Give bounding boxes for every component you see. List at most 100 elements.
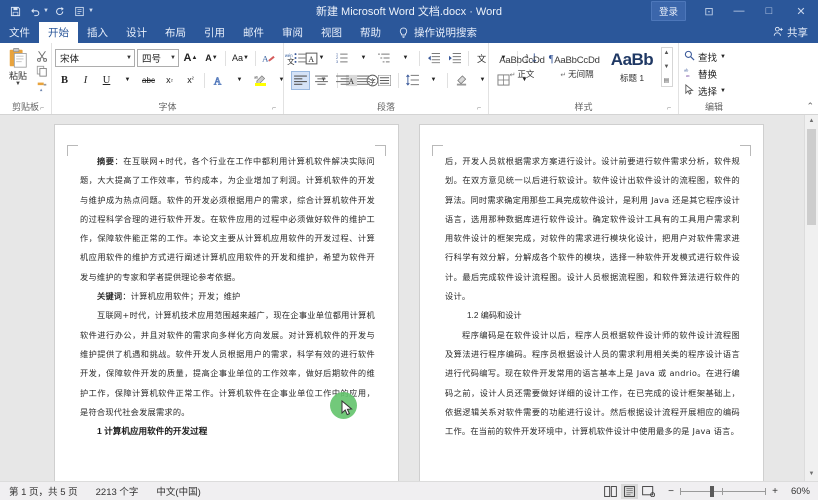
chevron-down-icon[interactable]: ▼ — [122, 55, 132, 61]
scroll-up-icon[interactable]: ▲ — [805, 115, 818, 128]
clipboard-dialog-launcher[interactable]: ⌐ — [38, 105, 46, 113]
font-size-combo[interactable]: 四号 ▼ — [137, 49, 179, 67]
tab-help[interactable]: 帮助 — [351, 22, 390, 43]
italic-button[interactable]: I — [76, 71, 95, 90]
print-preview-icon[interactable] — [71, 2, 89, 20]
style-item-normal[interactable]: AaBbCcDd ↵ 正文 — [495, 47, 550, 87]
select-button[interactable]: 选择 ▼ — [682, 82, 726, 99]
line-spacing-caret-icon[interactable]: ▼ — [424, 71, 443, 90]
text-highlight-color-button[interactable]: ab — [251, 71, 270, 90]
maximize-button[interactable]: □ — [754, 0, 784, 22]
underline-button[interactable]: U — [97, 71, 116, 90]
gallery-more-icon[interactable]: ▤ — [662, 76, 672, 86]
tab-mailings[interactable]: 邮件 — [234, 22, 273, 43]
zoom-control[interactable]: − + 60% — [667, 486, 810, 497]
tell-me-search[interactable]: 操作说明搜索 — [390, 22, 485, 43]
numbering-button[interactable]: 123 — [333, 49, 352, 68]
redo-icon[interactable] — [51, 2, 69, 20]
scrollbar-thumb[interactable] — [807, 129, 816, 225]
zoom-out-button[interactable]: − — [667, 486, 675, 497]
zoom-level[interactable]: 60% — [784, 486, 810, 497]
gallery-scroll-down-icon[interactable]: ▼ — [662, 62, 672, 72]
undo-caret-icon[interactable]: ▼ — [43, 8, 49, 14]
paragraph-dialog-launcher[interactable]: ⌐ — [475, 105, 483, 113]
gallery-scroll-up-icon[interactable]: ▲ — [662, 48, 672, 58]
style-item-heading1[interactable]: AaBb 标题 1 — [605, 47, 660, 87]
tab-home[interactable]: 开始 — [39, 22, 78, 43]
page-indicator[interactable]: 第 1 页，共 5 页 — [0, 484, 87, 498]
increase-indent-button[interactable] — [445, 49, 464, 68]
style-item-no-spacing[interactable]: AaBbCcDd ↵ 无间隔 — [550, 47, 605, 87]
close-button[interactable]: ✕ — [784, 0, 818, 22]
divider — [204, 73, 205, 88]
paste-caret-icon[interactable]: ▼ — [15, 82, 21, 87]
align-left-button[interactable] — [291, 71, 310, 90]
tab-layout[interactable]: 布局 — [156, 22, 195, 43]
page-right[interactable]: 后，开发人员就根据需求方案进行设计。设计前要进行软件需求分析，软件规划。在双方意… — [420, 125, 763, 481]
styles-gallery-scroll[interactable]: ▲ ▼ ▤ — [661, 47, 673, 87]
format-painter-button[interactable] — [34, 79, 49, 93]
line-spacing-button[interactable] — [403, 71, 422, 90]
tab-review[interactable]: 审阅 — [273, 22, 312, 43]
find-caret-icon[interactable]: ▼ — [720, 54, 726, 60]
chevron-down-icon[interactable]: ▼ — [166, 55, 176, 61]
bullets-caret-icon[interactable]: ▼ — [312, 49, 331, 68]
text-effects-button[interactable]: A — [209, 71, 228, 90]
web-layout-button[interactable] — [640, 484, 657, 499]
zoom-slider[interactable] — [680, 486, 766, 497]
shading-button[interactable] — [452, 71, 471, 90]
font-name-combo[interactable]: 宋体 ▼ — [55, 49, 135, 67]
read-mode-button[interactable] — [602, 484, 619, 499]
undo-icon[interactable] — [26, 2, 44, 20]
grow-font-button[interactable]: A▲ — [181, 49, 200, 68]
qat-customize-icon[interactable]: ▼ — [88, 8, 94, 14]
justify-button[interactable] — [354, 71, 373, 90]
replace-button[interactable]: abac 替换 — [682, 65, 717, 82]
share-button[interactable]: 共享 — [763, 22, 818, 43]
page-left[interactable]: 摘要：在互联网+时代，各个行业在工作中都利用计算机软件解决实际问题，大大提高了工… — [55, 125, 398, 481]
tab-design[interactable]: 设计 — [117, 22, 156, 43]
vertical-scrollbar[interactable]: ▲ ▼ — [804, 115, 818, 481]
superscript-button[interactable]: x² — [181, 71, 200, 90]
bullets-button[interactable] — [291, 49, 310, 68]
scroll-down-icon[interactable]: ▼ — [805, 468, 818, 481]
style-preview: AaBbCcDd — [499, 55, 544, 66]
underline-caret-icon[interactable]: ▼ — [118, 71, 137, 90]
align-right-button[interactable] — [333, 71, 352, 90]
tab-references[interactable]: 引用 — [195, 22, 234, 43]
clear-formatting-button[interactable]: A — [260, 49, 279, 68]
distribute-button[interactable] — [375, 71, 394, 90]
zoom-slider-thumb[interactable] — [710, 486, 714, 497]
document-canvas[interactable]: 摘要：在互联网+时代，各个行业在工作中都利用计算机软件解决实际问题，大大提高了工… — [0, 115, 818, 481]
print-layout-button[interactable] — [621, 484, 638, 499]
multilevel-list-button[interactable] — [375, 49, 394, 68]
subscript-button[interactable]: x₂ — [160, 71, 179, 90]
word-count[interactable]: 2213 个字 — [87, 484, 148, 498]
numbering-caret-icon[interactable]: ▼ — [354, 49, 373, 68]
minimize-button[interactable]: — — [724, 0, 754, 22]
sign-in-button[interactable]: 登录 — [651, 1, 686, 21]
styles-dialog-launcher[interactable]: ⌐ — [665, 105, 673, 113]
shrink-font-button[interactable]: A▼ — [202, 49, 221, 68]
change-case-button[interactable]: Aa▼ — [230, 49, 251, 68]
copy-button[interactable] — [34, 64, 49, 78]
bold-button[interactable]: B — [55, 71, 74, 90]
select-caret-icon[interactable]: ▼ — [720, 88, 726, 94]
decrease-indent-button[interactable] — [424, 49, 443, 68]
ribbon-display-options-button[interactable]: ⊡ — [694, 0, 724, 22]
text-effects-caret-icon[interactable]: ▼ — [230, 71, 249, 90]
strikethrough-button[interactable]: abc — [139, 71, 158, 90]
align-center-button[interactable] — [312, 71, 331, 90]
zoom-in-button[interactable]: + — [771, 486, 779, 497]
cut-button[interactable] — [34, 49, 49, 63]
tab-file[interactable]: 文件 — [0, 22, 39, 43]
language-indicator[interactable]: 中文(中国) — [147, 484, 209, 498]
find-button[interactable]: 查找 ▼ — [682, 48, 726, 65]
font-dialog-launcher[interactable]: ⌐ — [270, 105, 278, 113]
collapse-ribbon-button[interactable]: ⌃ — [806, 101, 814, 112]
multilevel-caret-icon[interactable]: ▼ — [396, 49, 415, 68]
tab-insert[interactable]: 插入 — [78, 22, 117, 43]
paste-button[interactable]: 粘贴 ▼ — [2, 47, 34, 87]
save-icon[interactable] — [6, 2, 24, 20]
tab-view[interactable]: 视图 — [312, 22, 351, 43]
